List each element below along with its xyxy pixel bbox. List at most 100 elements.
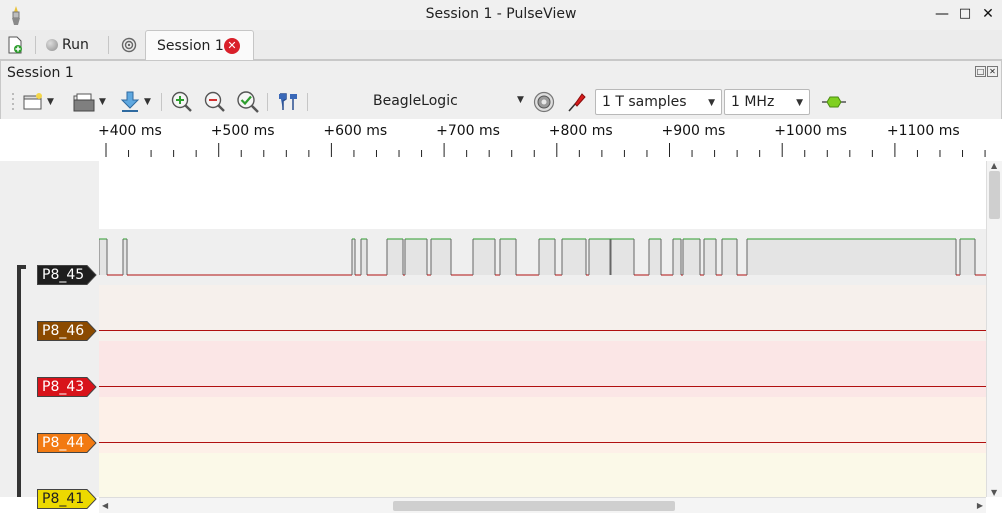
zoom-in-icon xyxy=(171,91,192,112)
signal-high-region xyxy=(610,239,634,275)
scroll-down-icon[interactable]: ▼ xyxy=(991,488,997,497)
zoom-fit-icon xyxy=(237,91,259,113)
device-selector[interactable]: BeagleLogic xyxy=(373,93,458,109)
channel-lane-p8_46 xyxy=(99,285,986,341)
signal-high-region xyxy=(405,239,427,275)
dock-buttons: □ ✕ xyxy=(975,66,998,77)
new-session-button[interactable] xyxy=(7,34,23,56)
signal-trace-low xyxy=(99,386,986,387)
decoder-icon xyxy=(121,37,137,53)
configure-device-button[interactable] xyxy=(533,90,555,114)
signal-trace-low xyxy=(99,442,986,443)
add-decoder-tab-button[interactable] xyxy=(121,34,137,56)
signal-high-region xyxy=(123,239,127,275)
separator xyxy=(108,36,109,54)
tab-session-1[interactable]: Session 1 ✕ xyxy=(145,30,254,61)
new-session-icon xyxy=(8,36,22,54)
run-button[interactable]: Run xyxy=(46,34,89,56)
channel-name: P8_41 xyxy=(42,491,85,507)
channel-group-bracket xyxy=(17,265,26,497)
samplerate-select[interactable]: 1 MHz ▼ xyxy=(724,89,810,115)
add-decoder-icon xyxy=(822,96,846,108)
signal-high-region xyxy=(722,239,737,275)
scroll-left-icon[interactable]: ◀ xyxy=(102,501,108,510)
trace-viewport: +400 ms +500 ms +600 ms +700 ms +800 ms +900 … xyxy=(0,119,1002,519)
configure-device-icon xyxy=(533,91,555,113)
open-file-icon xyxy=(73,93,95,112)
cursors-icon xyxy=(279,93,297,110)
chevron-down-icon: ▼ xyxy=(517,95,524,105)
channel-lane-p8_44 xyxy=(99,397,986,453)
window-titlebar: Session 1 - PulseView — □ ✕ xyxy=(0,0,1002,30)
horizontal-scroll-thumb[interactable] xyxy=(393,501,675,511)
signal-high-region xyxy=(704,239,716,275)
zoom-out-button[interactable] xyxy=(204,90,226,114)
window-title: Session 1 - PulseView xyxy=(425,6,577,22)
vertical-scrollbar[interactable]: ▲ ▼ xyxy=(986,161,1002,497)
vertical-scroll-thumb[interactable] xyxy=(989,171,1000,219)
maximize-icon[interactable]: □ xyxy=(957,6,973,22)
samplerate-value: 1 MHz xyxy=(731,94,775,110)
channel-lane-p8_41 xyxy=(99,453,986,499)
float-icon[interactable]: □ xyxy=(975,66,986,77)
add-decoder-button[interactable] xyxy=(821,90,847,114)
chevron-down-icon: ▼ xyxy=(708,98,715,108)
channel-label-p8_44[interactable]: P8_44 xyxy=(37,433,97,453)
signal-high-region xyxy=(683,239,700,275)
signal-high-region xyxy=(589,239,611,275)
tab-label: Session 1 xyxy=(157,38,224,54)
probe-icon xyxy=(568,93,586,112)
signal-high-region xyxy=(387,239,403,275)
separator xyxy=(35,36,36,54)
signal-high-region xyxy=(747,239,956,275)
chevron-down-icon: ▼ xyxy=(144,97,151,107)
close-window-icon[interactable]: ✕ xyxy=(980,6,996,22)
signal-high-region xyxy=(539,239,555,275)
cursors-button[interactable] xyxy=(277,90,299,114)
signal-high-region xyxy=(960,239,975,275)
signal-high-region xyxy=(361,239,367,275)
close-tab-icon[interactable]: ✕ xyxy=(224,38,240,54)
close-dock-icon[interactable]: ✕ xyxy=(987,66,998,77)
time-ruler[interactable]: +400 ms +500 ms +600 ms +700 ms +800 ms +900 … xyxy=(0,119,1002,161)
chevron-down-icon: ▼ xyxy=(99,97,106,107)
open-button[interactable]: ▼ xyxy=(73,90,106,114)
session-title: Session 1 xyxy=(7,65,74,81)
session-toolbar: ▼ ▼ ▼ BeagleLogic ▼ 1 T samples ▼ 1 MHz … xyxy=(1,83,1001,121)
scroll-up-icon[interactable]: ▲ xyxy=(991,161,997,170)
channel-label-p8_41[interactable]: P8_41 xyxy=(37,489,97,509)
empty-lane xyxy=(99,161,986,229)
zoom-out-icon xyxy=(204,91,225,112)
probes-button[interactable] xyxy=(566,90,588,114)
separator xyxy=(161,93,162,111)
sample-count-value: 1 T samples xyxy=(602,94,687,110)
signal-high-region xyxy=(649,239,661,275)
signal-trace-p8-45 xyxy=(99,238,986,276)
toolbar-grip xyxy=(11,90,15,114)
ruler-ticks xyxy=(105,143,986,157)
save-button[interactable]: ▼ xyxy=(120,90,151,114)
channel-label-p8_46[interactable]: P8_46 xyxy=(37,321,97,341)
chevron-down-icon: ▼ xyxy=(47,97,54,107)
channel-label-p8_45[interactable]: P8_45 xyxy=(37,265,97,285)
signal-high-region xyxy=(500,239,516,275)
signal-high-region xyxy=(99,239,107,275)
sample-count-select[interactable]: 1 T samples ▼ xyxy=(595,89,722,115)
zoom-in-button[interactable] xyxy=(171,90,193,114)
signal-high-region xyxy=(473,239,495,275)
channel-name: P8_46 xyxy=(42,323,85,339)
minimize-icon[interactable]: — xyxy=(934,6,950,22)
signal-high-region xyxy=(431,239,451,275)
zoom-fit-button[interactable] xyxy=(236,90,260,114)
new-view-button[interactable]: ▼ xyxy=(23,90,54,114)
channel-name: P8_45 xyxy=(42,267,85,283)
signal-high-region xyxy=(673,239,681,275)
save-icon xyxy=(120,91,140,112)
run-indicator-icon xyxy=(46,39,58,51)
chevron-down-icon: ▼ xyxy=(796,98,803,108)
new-view-icon xyxy=(23,93,42,110)
scroll-right-icon[interactable]: ▶ xyxy=(977,501,983,510)
horizontal-scrollbar[interactable]: ◀ ▶ xyxy=(99,497,986,513)
channel-label-p8_43[interactable]: P8_43 xyxy=(37,377,97,397)
channel-name: P8_44 xyxy=(42,435,85,451)
